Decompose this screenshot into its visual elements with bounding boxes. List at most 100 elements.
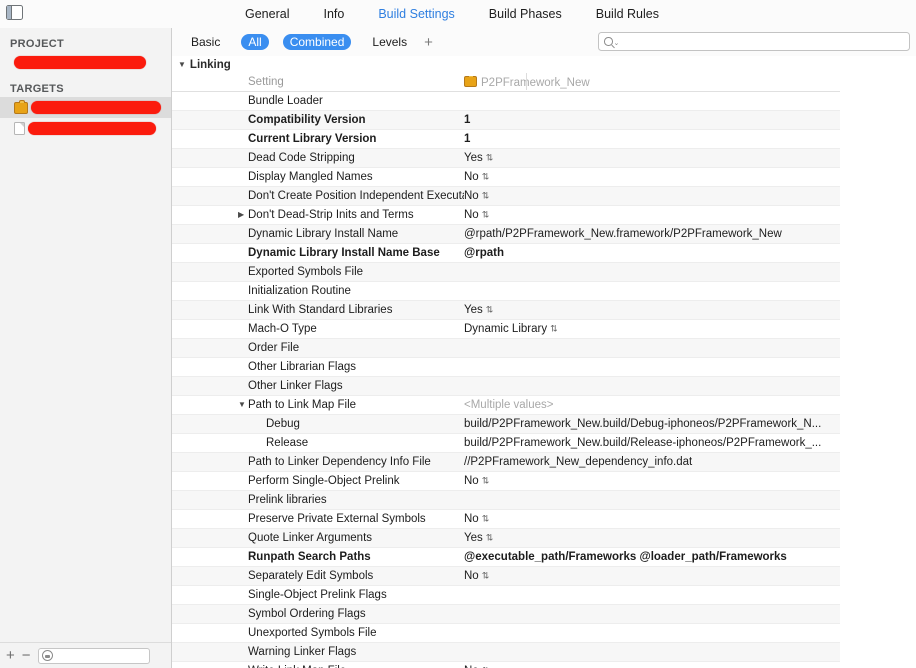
table-header-row: Setting P2PFramework_New xyxy=(172,73,840,92)
setting-name-cell: Debug xyxy=(266,418,300,430)
table-row[interactable]: Other Librarian Flags xyxy=(172,358,840,377)
table-row[interactable]: Runpath Search Paths @executable_path/Fra… xyxy=(172,548,840,567)
sidebar-toggle-icon[interactable] xyxy=(6,5,23,20)
table-row[interactable]: Other Linker Flags xyxy=(172,377,840,396)
popup-stepper-icon[interactable]: ⇅ xyxy=(482,514,490,525)
table-row[interactable]: Symbol Ordering Flags xyxy=(172,605,840,624)
setting-name-cell: Exported Symbols File xyxy=(248,266,364,278)
setting-value-cell[interactable]: No⇅ xyxy=(464,209,840,221)
setting-name-cell: Dynamic Library Install Name Base xyxy=(248,247,440,259)
tab-general[interactable]: General xyxy=(245,7,289,21)
tab-build-rules[interactable]: Build Rules xyxy=(596,7,659,21)
disclosure-triangle-icon[interactable]: ▼ xyxy=(178,60,186,69)
table-row[interactable]: Order File xyxy=(172,339,840,358)
sidebar-filter-field[interactable] xyxy=(37,647,150,664)
setting-value-cell[interactable]: 1 xyxy=(464,114,840,126)
table-row[interactable]: Separately Edit Symbols No ⇅ xyxy=(172,567,840,586)
setting-name-cell: Unexported Symbols File xyxy=(248,627,377,639)
table-row[interactable]: Single-Object Prelink Flags xyxy=(172,586,840,605)
filter-pill-group: Basic All Combined Levels xyxy=(184,34,414,50)
table-row[interactable]: Don't Create Position Independent Execut… xyxy=(172,187,840,206)
table-row[interactable]: Initialization Routine xyxy=(172,282,840,301)
table-row[interactable]: Mach-O Type Dynamic Library ⇅ xyxy=(172,320,840,339)
setting-value-cell[interactable]: No⇅ xyxy=(464,190,840,202)
table-row[interactable]: Preserve Private External Symbols No ⇅ xyxy=(172,510,840,529)
setting-value-cell[interactable]: 1 xyxy=(464,133,840,145)
tab-info[interactable]: Info xyxy=(323,7,344,21)
setting-value-cell[interactable]: @executable_path/Frameworks @loader_path… xyxy=(464,551,840,563)
settings-group-linking[interactable]: ▼ Linking xyxy=(172,56,916,73)
table-row[interactable]: Path to Linker Dependency Info File //P2P… xyxy=(172,453,840,472)
sidebar-item-target-0[interactable] xyxy=(0,97,171,118)
project-navigator-sidebar: PROJECT TARGETS + − xyxy=(0,28,172,668)
add-target-button[interactable]: + xyxy=(6,648,15,663)
setting-value-cell[interactable]: Dynamic Library ⇅ xyxy=(464,323,840,335)
setting-value-cell[interactable]: build/P2PFramework_New.build/Release-iph… xyxy=(464,437,840,449)
setting-value-cell[interactable]: Yes ⇅ xyxy=(464,304,840,316)
table-row[interactable]: Compatibility Version 1 xyxy=(172,111,840,130)
table-row[interactable]: ▼ Path to Link Map File <Multiple values> xyxy=(172,396,840,415)
popup-stepper-icon[interactable]: ⇅ xyxy=(482,172,490,183)
setting-value-cell[interactable]: No⇅ xyxy=(464,475,840,487)
table-row[interactable]: Current Library Version 1 xyxy=(172,130,840,149)
setting-value-cell[interactable]: //P2PFramework_New_dependency_info.dat xyxy=(464,456,840,468)
setting-value-cell[interactable]: Yes ⇅ xyxy=(464,152,840,164)
setting-value-cell[interactable]: Yes ⇅ xyxy=(464,532,840,544)
popup-stepper-icon[interactable]: ⇅ xyxy=(482,476,490,487)
table-row[interactable]: Unexported Symbols File xyxy=(172,624,840,643)
setting-value-cell[interactable]: No⇅ xyxy=(464,171,840,183)
table-row[interactable]: Release build/P2PFramework_New.build/Rele… xyxy=(172,434,840,453)
table-row[interactable]: Display Mangled Names No ⇅ xyxy=(172,168,840,187)
popup-stepper-icon[interactable]: ⇅ xyxy=(482,191,490,202)
table-row[interactable]: Perform Single-Object Prelink No ⇅ xyxy=(172,472,840,491)
build-settings-table[interactable]: ▼ Linking Setting P2PFramework_New Bundl… xyxy=(172,56,916,668)
table-row[interactable]: Prelink libraries xyxy=(172,491,840,510)
setting-name-cell: Display Mangled Names xyxy=(248,171,373,183)
setting-name-cell: Symbol Ordering Flags xyxy=(248,608,366,620)
disclosure-triangle-icon[interactable]: ▼ xyxy=(238,401,246,409)
add-user-defined-setting-button[interactable]: + xyxy=(424,35,433,50)
filter-button-levels[interactable]: Levels xyxy=(365,34,414,50)
popup-stepper-icon[interactable]: ⇅ xyxy=(482,571,490,582)
tab-build-settings[interactable]: Build Settings xyxy=(378,7,454,21)
filter-button-basic[interactable]: Basic xyxy=(184,34,227,50)
setting-value-text: build/P2PFramework_New.build/Release-iph… xyxy=(464,437,822,449)
setting-value-cell[interactable]: No⇅ xyxy=(464,513,840,525)
filter-button-combined[interactable]: Combined xyxy=(282,34,352,50)
table-row[interactable]: Dynamic Library Install Name Base @rpath xyxy=(172,244,840,263)
setting-value-text: No xyxy=(464,570,479,582)
sidebar-item-target-1[interactable] xyxy=(0,118,171,139)
setting-value-cell[interactable]: @rpath/P2PFramework_New.framework/P2PFra… xyxy=(464,228,840,240)
table-row[interactable]: ▶ Don't Dead-Strip Inits and Terms No ⇅ xyxy=(172,206,840,225)
setting-name-cell: Initialization Routine xyxy=(248,285,351,297)
popup-stepper-icon[interactable]: ⇅ xyxy=(482,210,490,221)
table-row[interactable]: Dynamic Library Install Name @rpath/P2PFr… xyxy=(172,225,840,244)
table-row[interactable]: Warning Linker Flags xyxy=(172,643,840,662)
project-item[interactable] xyxy=(0,52,171,73)
setting-value-cell[interactable]: <Multiple values> xyxy=(464,399,840,411)
setting-value-cell[interactable]: build/P2PFramework_New.build/Debug-iphon… xyxy=(464,418,840,430)
table-row[interactable]: Exported Symbols File xyxy=(172,263,840,282)
setting-value-text: No xyxy=(464,190,479,202)
table-row[interactable]: Bundle Loader xyxy=(172,92,840,111)
setting-name-cell: Order File xyxy=(248,342,300,354)
table-row[interactable]: Quote Linker Arguments Yes ⇅ xyxy=(172,529,840,548)
remove-target-button[interactable]: − xyxy=(22,648,31,663)
table-row[interactable]: Link With Standard Libraries Yes ⇅ xyxy=(172,301,840,320)
table-row[interactable]: Write Link Map FileNo⇅ xyxy=(172,662,840,668)
popup-stepper-icon[interactable]: ⇅ xyxy=(486,153,494,164)
chevron-down-icon[interactable]: ⌄ xyxy=(614,39,620,47)
search-input[interactable] xyxy=(622,34,909,49)
setting-value-cell[interactable]: No⇅ xyxy=(464,570,840,582)
popup-stepper-icon[interactable]: ⇅ xyxy=(486,533,494,544)
tab-build-phases[interactable]: Build Phases xyxy=(489,7,562,21)
table-row[interactable]: Debug build/P2PFramework_New.build/Debug-… xyxy=(172,415,840,434)
redacted-target-name xyxy=(31,101,161,114)
setting-value-cell[interactable]: @rpath xyxy=(464,247,840,259)
settings-search-field[interactable]: ⌄ xyxy=(598,32,910,51)
filter-button-all[interactable]: All xyxy=(241,34,269,50)
disclosure-triangle-icon[interactable]: ▶ xyxy=(238,211,244,219)
popup-stepper-icon[interactable]: ⇅ xyxy=(486,305,494,316)
table-row[interactable]: Dead Code Stripping Yes ⇅ xyxy=(172,149,840,168)
popup-stepper-icon[interactable]: ⇅ xyxy=(550,324,558,335)
